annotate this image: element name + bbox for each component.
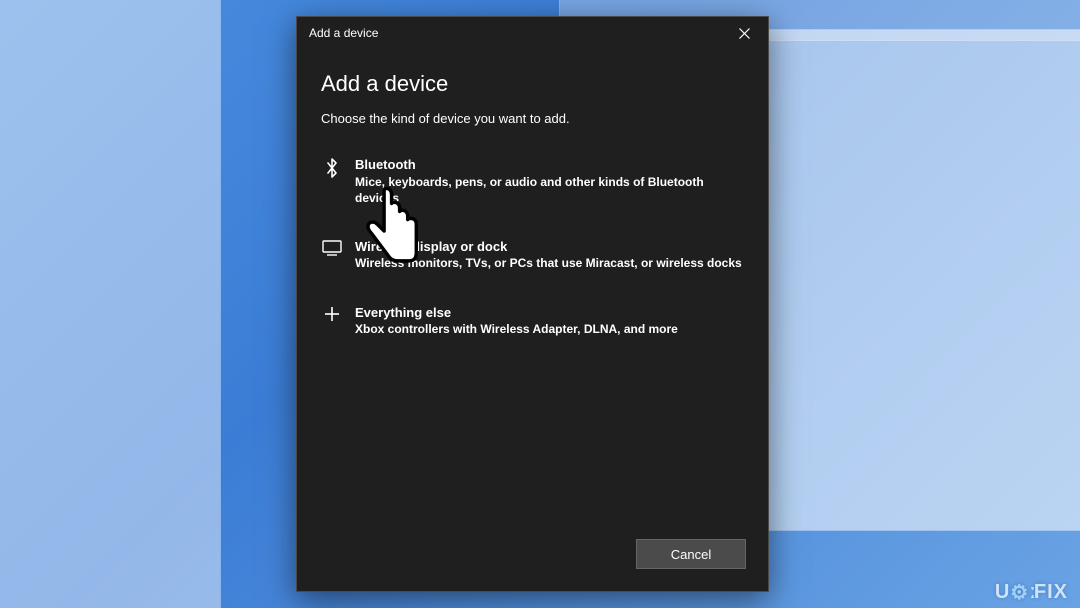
option-description: Wireless monitors, TVs, or PCs that use … — [355, 255, 744, 271]
cancel-button-label: Cancel — [671, 547, 711, 562]
option-everything-else[interactable]: Everything else Xbox controllers with Wi… — [321, 298, 744, 344]
dialog-footer: Cancel — [297, 527, 768, 591]
watermark: U⚙ːFIX — [995, 579, 1068, 604]
option-title: Bluetooth — [355, 156, 744, 174]
background-pane — [0, 0, 220, 608]
option-description: Mice, keyboards, pens, or audio and othe… — [355, 174, 744, 206]
gear-icon: ⚙ — [1010, 580, 1029, 605]
close-icon — [739, 28, 750, 39]
option-description: Xbox controllers with Wireless Adapter, … — [355, 321, 744, 337]
bluetooth-icon — [321, 158, 343, 178]
desktop-background: Add a device Add a device Choose the kin… — [0, 0, 1080, 608]
dialog-heading: Add a device — [321, 71, 744, 97]
add-device-dialog: Add a device Add a device Choose the kin… — [296, 16, 769, 592]
option-title: Wireless display or dock — [355, 238, 744, 256]
option-title: Everything else — [355, 304, 744, 322]
cancel-button[interactable]: Cancel — [636, 539, 746, 569]
plus-icon — [321, 306, 343, 322]
close-button[interactable] — [724, 18, 764, 48]
window-title: Add a device — [309, 26, 724, 40]
display-icon — [321, 240, 343, 256]
dialog-subheading: Choose the kind of device you want to ad… — [321, 111, 744, 126]
option-bluetooth[interactable]: Bluetooth Mice, keyboards, pens, or audi… — [321, 150, 744, 212]
dialog-content: Add a device Choose the kind of device y… — [297, 49, 768, 527]
titlebar: Add a device — [297, 17, 768, 49]
option-wireless-display[interactable]: Wireless display or dock Wireless monito… — [321, 232, 744, 278]
